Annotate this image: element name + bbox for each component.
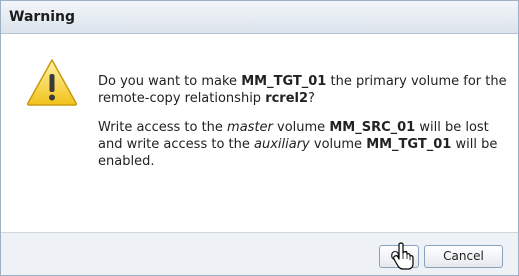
relationship-name: rcrel2 bbox=[265, 91, 309, 106]
warning-icon bbox=[26, 57, 78, 107]
cancel-button[interactable]: Cancel bbox=[424, 245, 503, 268]
message-question: Do you want to make MM_TGT_01 the primar… bbox=[98, 74, 507, 106]
warning-dialog: Warning Do you want to make MM_TGT_01 th… bbox=[0, 0, 519, 276]
message-detail: Write access to the master volume MM_SRC… bbox=[98, 120, 498, 169]
dialog-title: Warning bbox=[9, 9, 76, 25]
dialog-titlebar: Warning bbox=[1, 1, 518, 34]
target-volume-name: MM_TGT_01 bbox=[241, 74, 327, 89]
auxiliary-volume-name: MM_TGT_01 bbox=[366, 137, 452, 152]
dialog-message: Do you want to make MM_TGT_01 the primar… bbox=[98, 73, 516, 170]
dialog-footer: OK Cancel bbox=[1, 232, 518, 275]
master-volume-name: MM_SRC_01 bbox=[329, 120, 416, 135]
hand-pointer-cursor-icon bbox=[393, 242, 415, 270]
